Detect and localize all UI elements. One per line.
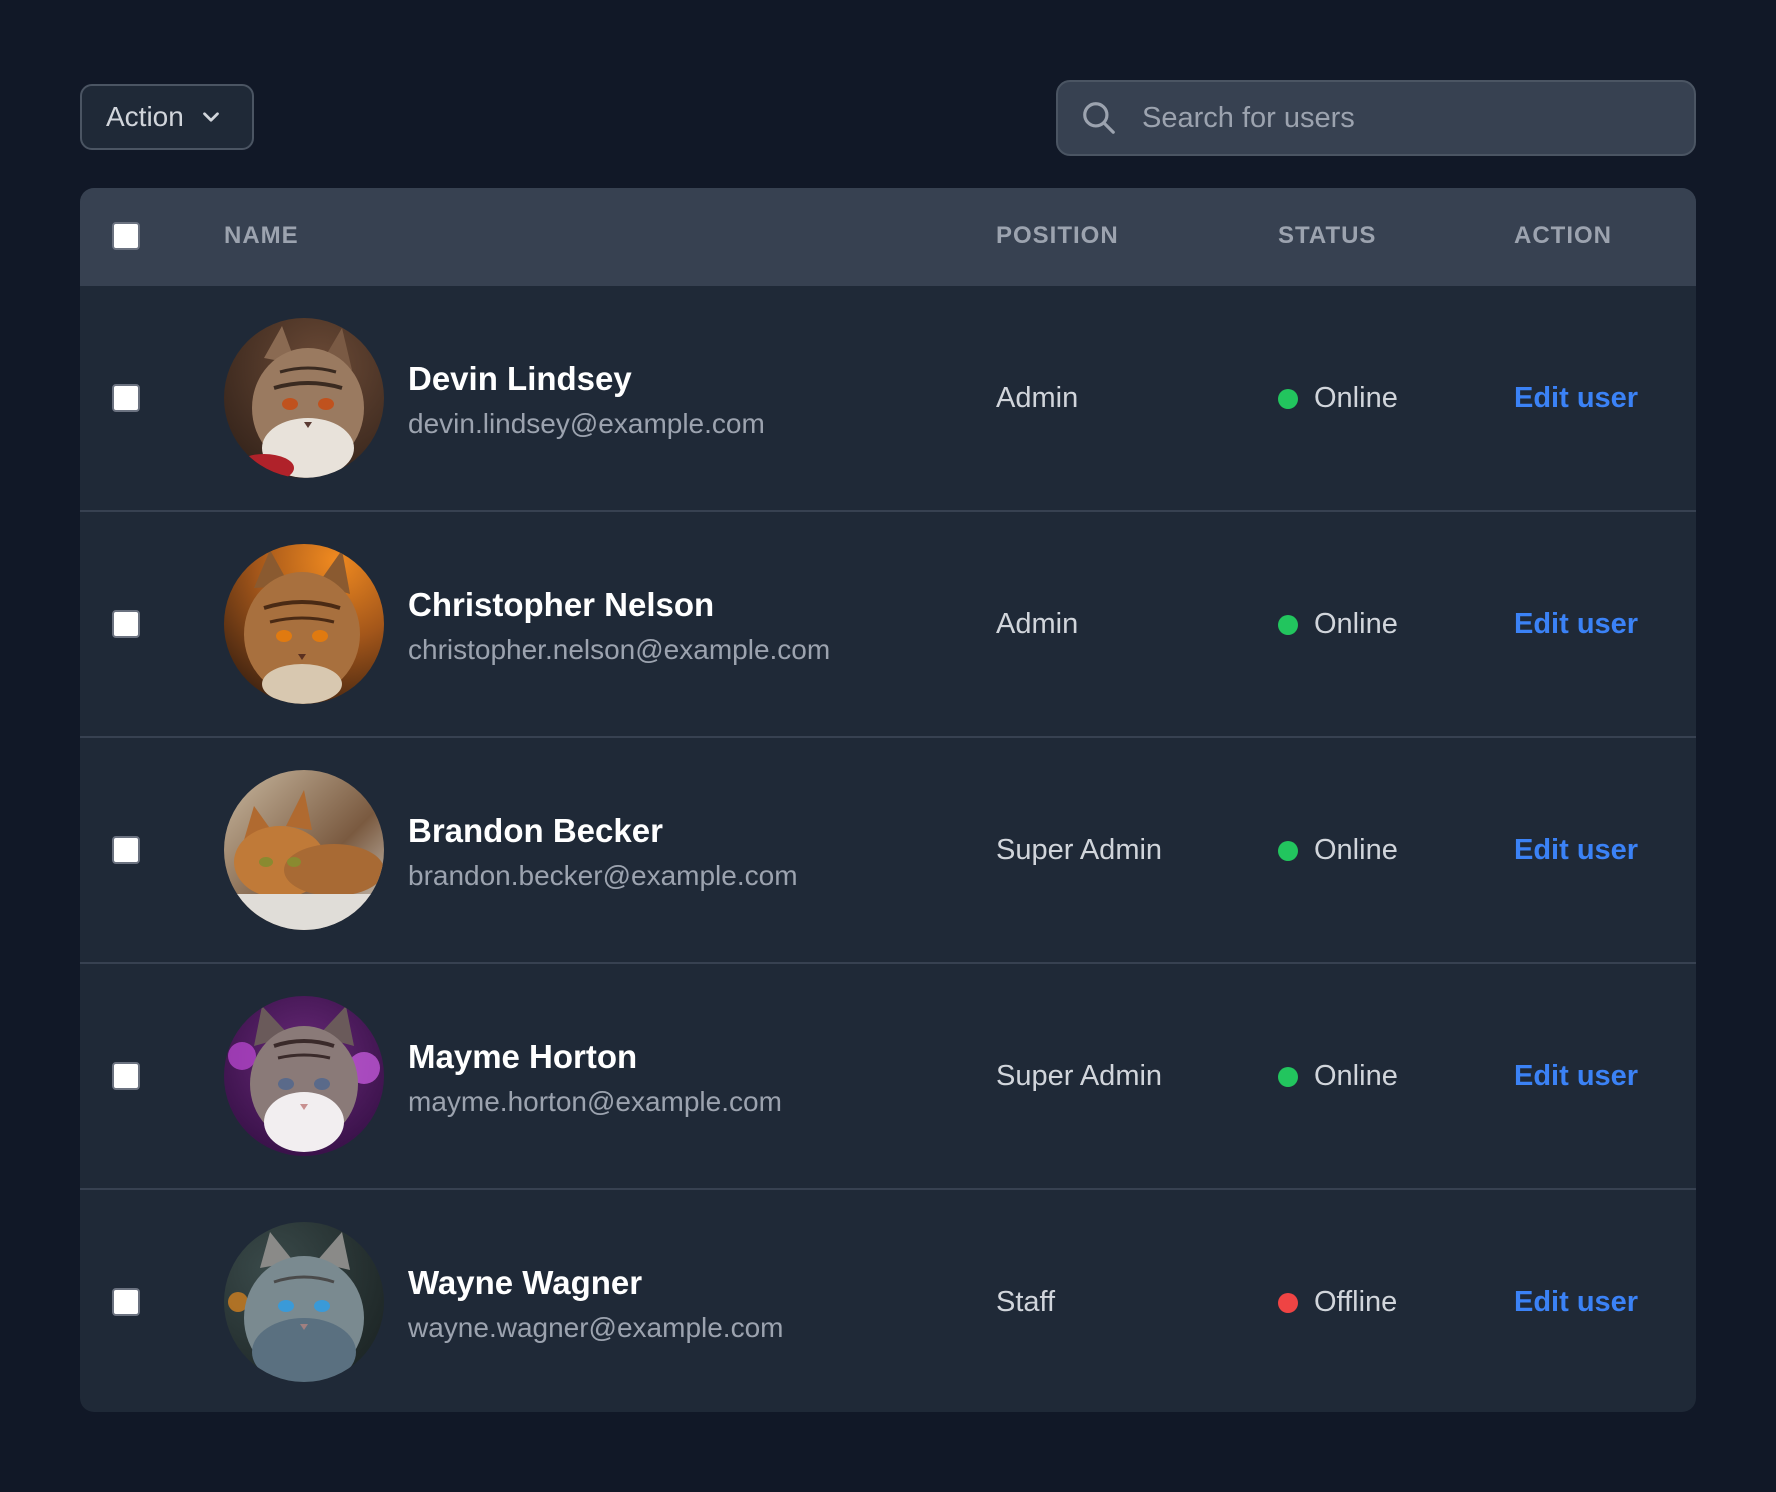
status-badge: Offline (1278, 1286, 1397, 1319)
user-email: mayme.horton@example.com (408, 1086, 782, 1117)
search-box (1056, 80, 1696, 156)
user-email: wayne.wagner@example.com (408, 1312, 784, 1343)
edit-user-link[interactable]: Edit user (1514, 608, 1638, 641)
table-row: Christopher Nelson christopher.nelson@ex… (80, 510, 1696, 736)
status-label: Online (1314, 834, 1398, 866)
row-checkbox[interactable] (112, 610, 140, 638)
edit-user-link[interactable]: Edit user (1514, 834, 1638, 867)
status-label: Online (1314, 1060, 1398, 1092)
status-online-dot-icon (1278, 388, 1298, 409)
user-name: Mayme Horton (408, 1038, 638, 1075)
user-email: christopher.nelson@example.com (408, 634, 831, 665)
avatar (224, 544, 384, 704)
table-row: Mayme Horton mayme.horton@example.com Su… (80, 962, 1696, 1188)
edit-user-link[interactable]: Edit user (1514, 382, 1638, 415)
action-dropdown-label: Action (106, 101, 184, 132)
table-header: NAME POSITION STATUS ACTION (80, 188, 1696, 284)
toolbar: Action (80, 80, 1696, 156)
column-header-position: POSITION (996, 222, 1119, 249)
status-badge: Online (1278, 608, 1398, 641)
users-table: NAME POSITION STATUS ACTION Devin Lindse… (80, 188, 1696, 1412)
user-email: brandon.becker@example.com (408, 860, 798, 891)
avatar (224, 318, 384, 478)
status-label: Offline (1314, 1286, 1398, 1318)
user-position: Super Admin (996, 1060, 1163, 1092)
row-checkbox[interactable] (112, 384, 140, 412)
avatar (224, 996, 384, 1156)
user-name: Brandon Becker (408, 812, 663, 849)
user-position: Admin (996, 382, 1079, 414)
row-checkbox[interactable] (112, 1288, 140, 1316)
status-label: Online (1314, 382, 1398, 414)
avatar (224, 1222, 384, 1382)
chevron-down-icon (202, 112, 219, 122)
edit-user-link[interactable]: Edit user (1514, 1060, 1638, 1093)
status-offline-dot-icon (1278, 1292, 1298, 1313)
user-name: Christopher Nelson (408, 586, 715, 623)
column-header-name: NAME (224, 222, 299, 249)
user-email: devin.lindsey@example.com (408, 408, 765, 439)
table-row: Devin Lindsey devin.lindsey@example.com … (80, 284, 1696, 510)
search-input[interactable] (1140, 100, 1694, 136)
user-name: Devin Lindsey (408, 360, 632, 397)
column-header-action: ACTION (1514, 222, 1612, 249)
status-online-dot-icon (1278, 614, 1298, 635)
user-position: Staff (996, 1286, 1056, 1318)
status-badge: Online (1278, 834, 1398, 867)
row-checkbox[interactable] (112, 1062, 140, 1090)
table-row: Wayne Wagner wayne.wagner@example.com St… (80, 1188, 1696, 1412)
edit-user-link[interactable]: Edit user (1514, 1286, 1638, 1319)
user-position: Admin (996, 608, 1079, 640)
row-checkbox[interactable] (112, 836, 140, 864)
select-all-checkbox[interactable] (112, 222, 140, 250)
column-header-status: STATUS (1278, 222, 1377, 249)
user-name: Wayne Wagner (408, 1264, 643, 1301)
search-icon (1080, 99, 1118, 137)
user-position: Super Admin (996, 834, 1163, 866)
status-online-dot-icon (1278, 1066, 1298, 1087)
status-label: Online (1314, 608, 1398, 640)
status-badge: Online (1278, 1060, 1398, 1093)
status-badge: Online (1278, 382, 1398, 415)
status-online-dot-icon (1278, 840, 1298, 861)
table-row: Brandon Becker brandon.becker@example.co… (80, 736, 1696, 962)
action-dropdown-button[interactable]: Action (80, 84, 254, 150)
avatar (224, 770, 384, 930)
